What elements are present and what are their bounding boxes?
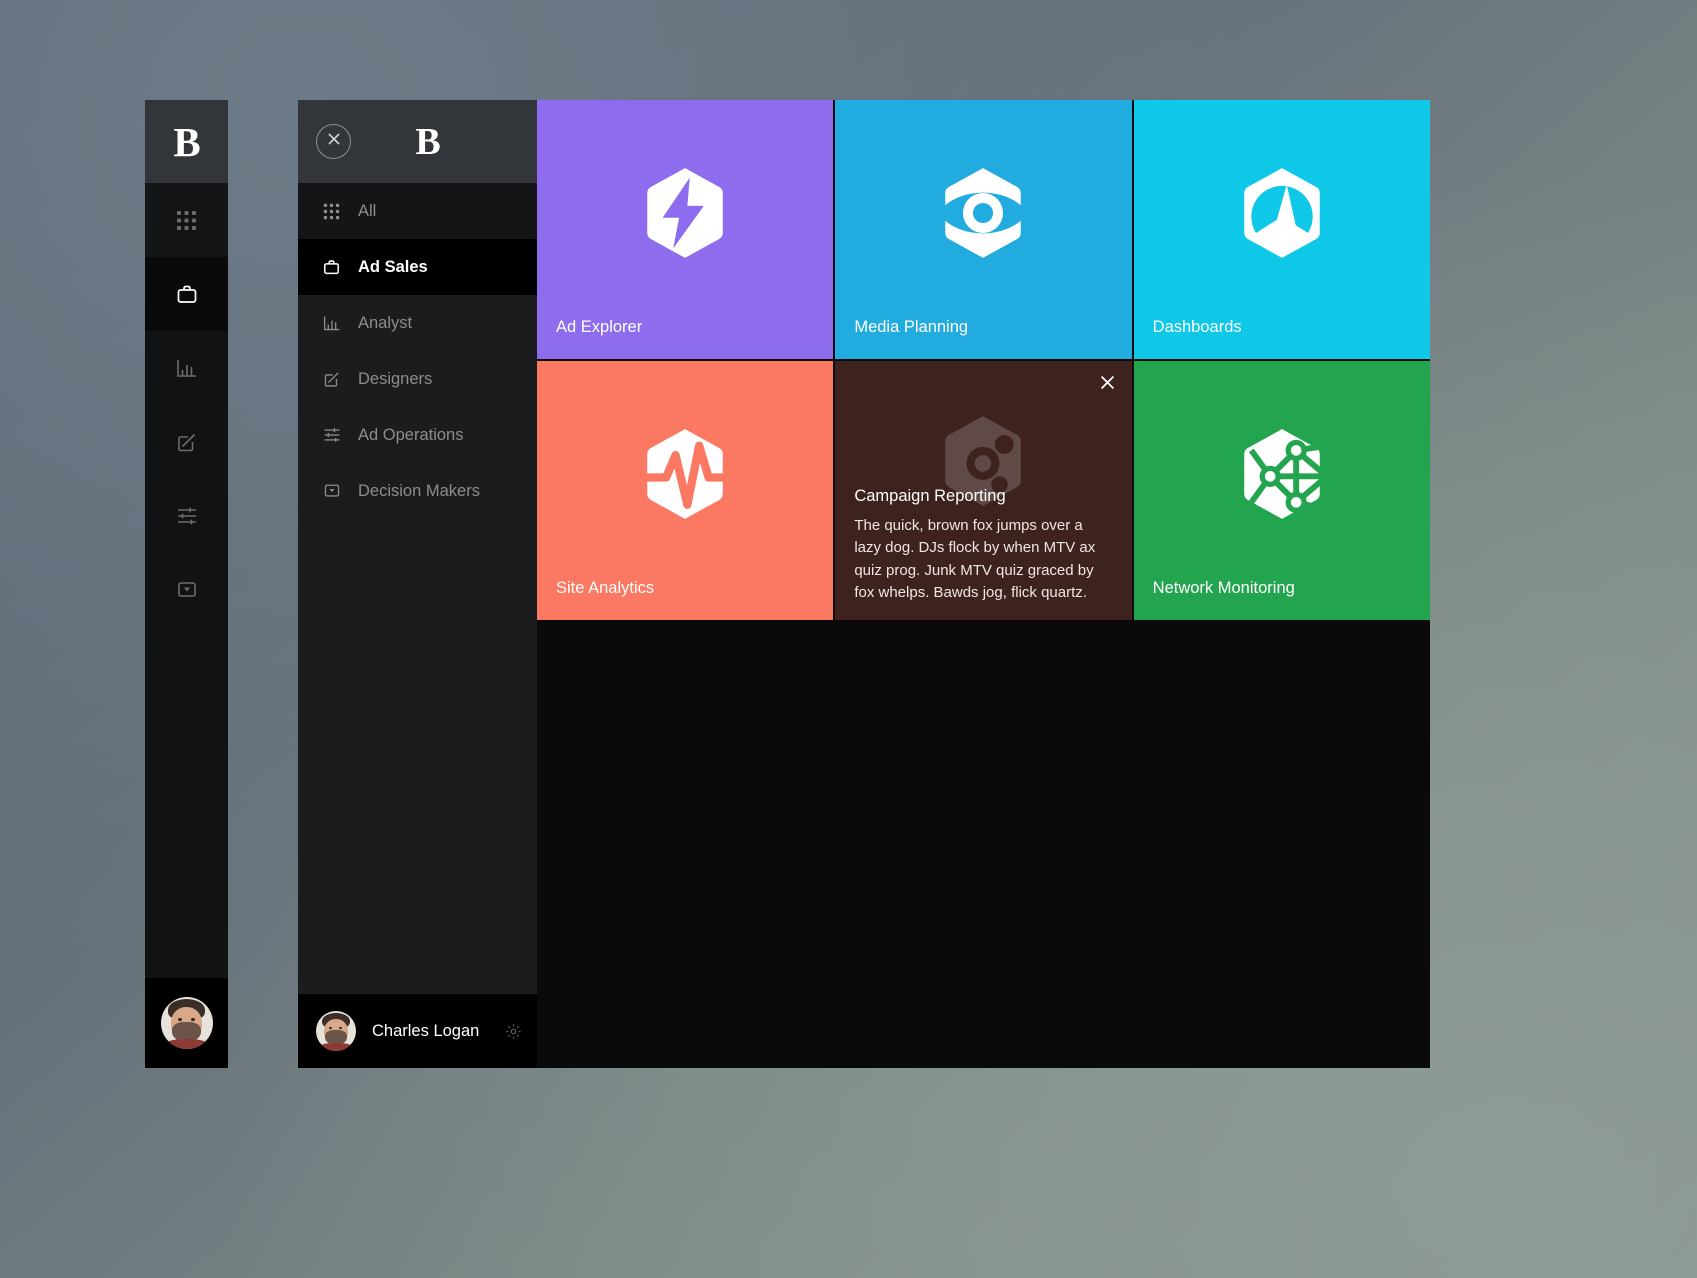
hex-pulse-icon xyxy=(537,361,833,586)
tile-label: Campaign Reporting xyxy=(854,487,1006,506)
app-tile-stage: Ad Explorer Media Planning Dashboards Si… xyxy=(537,100,1430,1068)
rail-item-ad-operations[interactable] xyxy=(145,479,228,553)
panel-header: B xyxy=(298,100,540,183)
nav-item-ad-sales[interactable]: Ad Sales xyxy=(298,239,540,295)
tile-close-button[interactable] xyxy=(1100,375,1115,394)
tile-description: The quick, brown fox jumps over a lazy d… xyxy=(854,517,1096,601)
tile-label: Network Monitoring xyxy=(1152,579,1295,597)
nav-item-analyst[interactable]: Analyst xyxy=(298,295,540,351)
nav-item-label: Decision Makers xyxy=(358,481,480,500)
tile-campaign-reporting[interactable]: Campaign Reporting The quick, brown fox … xyxy=(835,361,1132,620)
gear-icon[interactable] xyxy=(505,1023,522,1040)
hex-eye-icon xyxy=(835,100,1131,325)
tile-label: Ad Explorer xyxy=(556,318,643,336)
category-panel: B All Ad Sales Analyst Designers Ad Oper… xyxy=(298,100,540,1068)
user-bar[interactable]: Charles Logan xyxy=(298,994,540,1068)
tile-site-analytics[interactable]: Site Analytics xyxy=(537,361,834,620)
hex-lightning-icon xyxy=(537,100,833,325)
close-icon xyxy=(1100,376,1115,394)
nav-item-all[interactable]: All xyxy=(298,183,540,239)
panel-close-button[interactable] xyxy=(316,124,351,159)
close-icon xyxy=(327,132,341,151)
pencil-square-icon xyxy=(322,370,341,388)
bar-chart-icon xyxy=(322,314,341,332)
hex-gauge-icon xyxy=(1134,100,1430,325)
nav-item-designers[interactable]: Designers xyxy=(298,351,540,407)
sliders-icon xyxy=(322,426,341,444)
pencil-square-icon xyxy=(176,431,198,453)
briefcase-icon xyxy=(322,257,341,277)
tile-media-planning[interactable]: Media Planning xyxy=(835,100,1132,359)
nav-item-label: Analyst xyxy=(358,313,413,332)
bar-chart-icon xyxy=(176,357,198,379)
tile-ad-explorer[interactable]: Ad Explorer xyxy=(537,100,834,359)
tile-label: Dashboards xyxy=(1152,318,1242,336)
tile-label: Media Planning xyxy=(854,318,969,336)
icon-rail: B xyxy=(145,100,228,1068)
avatar xyxy=(160,997,213,1049)
rail-item-designers[interactable] xyxy=(145,405,228,479)
nav-item-label: Designers xyxy=(358,369,433,388)
rail-item-decision-makers[interactable] xyxy=(145,553,228,627)
nav-item-ad-operations[interactable]: Ad Operations xyxy=(298,407,540,463)
sliders-icon xyxy=(176,505,198,527)
nav-item-label: All xyxy=(358,201,377,220)
panel-logo: B xyxy=(415,120,440,163)
nav-item-label: Ad Sales xyxy=(358,257,428,276)
rail-item-all[interactable] xyxy=(145,183,228,257)
rail-logo[interactable]: B xyxy=(145,100,228,183)
rail-avatar-button[interactable] xyxy=(145,978,228,1068)
user-name: Charles Logan xyxy=(372,1021,480,1040)
nav-item-label: Ad Operations xyxy=(358,425,464,444)
category-nav: All Ad Sales Analyst Designers Ad Operat… xyxy=(298,183,540,519)
panel-spacer xyxy=(298,519,540,994)
hex-network-icon xyxy=(1134,361,1430,586)
app-tile-grid: Ad Explorer Media Planning Dashboards Si… xyxy=(537,100,1430,620)
apps-grid-icon xyxy=(322,203,341,220)
nav-item-decision-makers[interactable]: Decision Makers xyxy=(298,463,540,519)
rail-item-ad-sales[interactable] xyxy=(145,257,228,331)
inbox-icon xyxy=(176,579,198,601)
tile-dashboards[interactable]: Dashboards xyxy=(1133,100,1430,359)
avatar xyxy=(316,1011,356,1051)
inbox-icon xyxy=(322,482,341,500)
apps-grid-icon xyxy=(176,210,197,231)
briefcase-icon xyxy=(175,282,199,306)
tile-network-monitoring[interactable]: Network Monitoring xyxy=(1133,361,1430,620)
tile-label: Site Analytics xyxy=(556,579,655,597)
rail-item-analyst[interactable] xyxy=(145,331,228,405)
